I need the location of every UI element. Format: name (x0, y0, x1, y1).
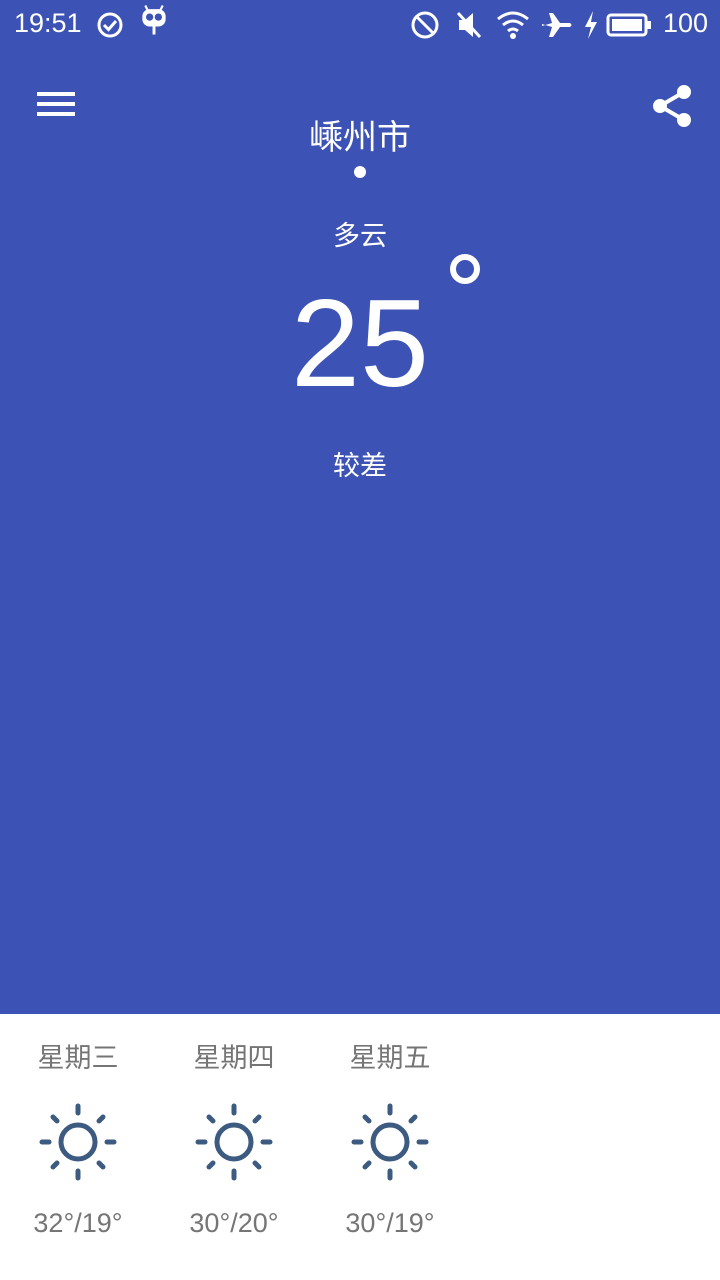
forecast-temp-range: 30°/20° (189, 1208, 279, 1238)
status-bar: 19:51 100 (0, 0, 720, 50)
do-not-disturb-icon (411, 11, 439, 39)
mute-icon (456, 11, 482, 39)
current-temperature: 25 (291, 275, 429, 413)
sun-icon (351, 1103, 429, 1181)
forecast-day-1: 星期三 32°/19° (0, 1014, 156, 1280)
status-time: 19:51 (14, 8, 82, 38)
weather-panel: 19:51 100 嵊州市 多云 25 较差 (0, 0, 720, 1014)
forecast-day-2: 星期四 30°/20° (156, 1014, 312, 1280)
wifi-icon (497, 11, 529, 39)
forecast-day-label: 星期三 (37, 1043, 119, 1074)
forecast-temp-range: 32°/19° (33, 1208, 123, 1238)
forecast-temp-range: 30°/19° (345, 1208, 435, 1238)
city-title: 嵊州市 (309, 118, 411, 158)
sun-icon (195, 1103, 273, 1181)
forecast-day-3: 星期五 30°/19° (312, 1014, 468, 1280)
forecast-day-label: 星期五 (349, 1043, 431, 1074)
weather-condition: 多云 (333, 221, 387, 252)
share-icon (653, 85, 691, 127)
check-circle-icon (97, 12, 123, 38)
air-quality: 较差 (333, 451, 387, 482)
airplane-icon (542, 13, 572, 37)
page-indicator-dot (354, 166, 366, 178)
android-mascot-icon (142, 4, 166, 35)
charging-icon (585, 11, 597, 39)
battery-icon (606, 13, 651, 37)
degree-symbol (450, 254, 480, 284)
battery-percent: 100 (662, 8, 708, 38)
sun-icon (39, 1103, 117, 1181)
share-button[interactable] (646, 80, 698, 132)
forecast-day-label: 星期四 (193, 1043, 275, 1074)
